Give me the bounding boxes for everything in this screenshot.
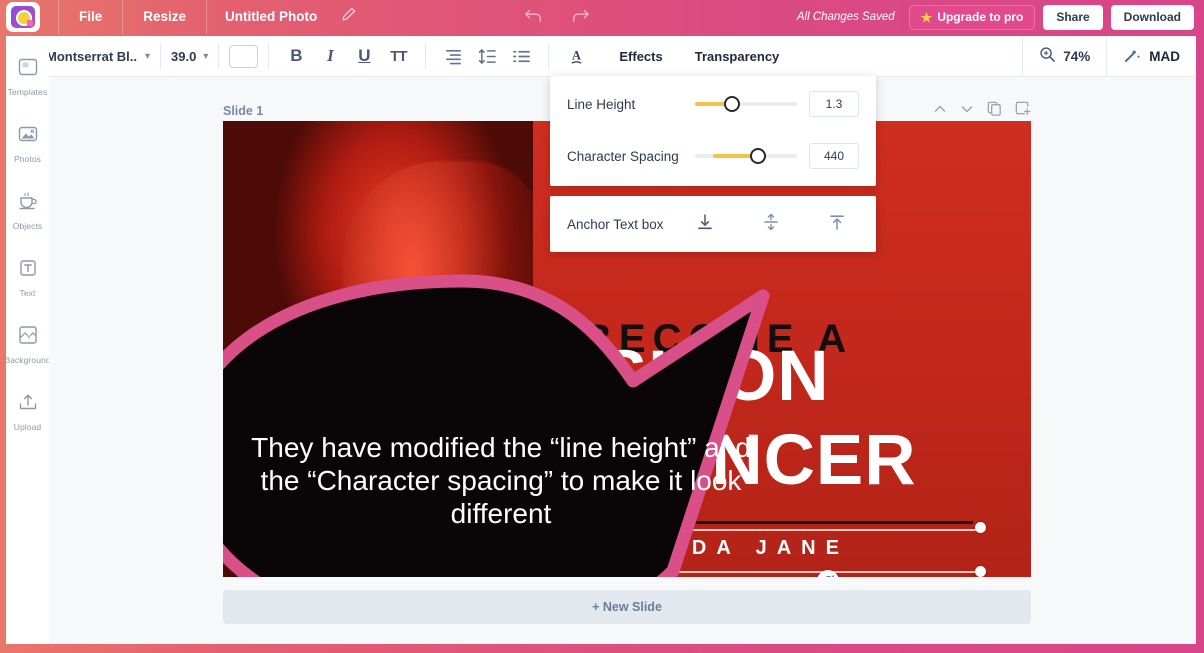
sidebar-label-upload: Upload	[13, 422, 42, 432]
font-color-group: A	[549, 36, 603, 77]
anchor-textbox-panel: Anchor Text box	[550, 196, 876, 252]
sidebar-item-text[interactable]: Text	[6, 257, 49, 298]
new-slide-button[interactable]: + New Slide	[223, 590, 1031, 624]
anchor-middle-icon[interactable]	[761, 212, 781, 237]
color-swatch[interactable]	[229, 44, 259, 68]
text-spacing-popup: Line Height 1.3 Character Spacing 440 An…	[550, 76, 876, 252]
add-slide-icon[interactable]	[1014, 100, 1031, 122]
templates-icon	[17, 56, 39, 83]
upgrade-to-pro-button[interactable]: ★ Upgrade to pro	[908, 4, 1036, 30]
magnifier-icon	[1039, 46, 1056, 66]
anchor-top-icon[interactable]	[827, 212, 847, 237]
menu-item-file[interactable]: File	[58, 0, 124, 34]
chevron-down-icon: ▾	[203, 50, 209, 62]
top-bar: File Resize Untitled Photo All Changes S…	[0, 0, 1204, 34]
sidebar-item-objects[interactable]: Objects	[6, 190, 49, 231]
sidebar-label-photos: Photos	[13, 154, 42, 164]
text-icon	[17, 257, 39, 284]
character-spacing-slider[interactable]	[695, 146, 797, 166]
font-size-select[interactable]: 39.0 ▾	[161, 36, 218, 77]
chevron-down-icon[interactable]	[959, 101, 975, 122]
sidebar-label-text: Text	[19, 288, 36, 298]
duplicate-slide-icon[interactable]	[986, 100, 1003, 122]
bullet-list-icon[interactable]	[504, 39, 538, 73]
effects-button[interactable]: Effects	[603, 49, 678, 64]
slide-controls	[932, 100, 1031, 122]
undo-redo-group	[524, 6, 590, 29]
anchor-textbox-label: Anchor Text box	[567, 216, 664, 232]
document-title[interactable]: Untitled Photo	[207, 0, 335, 34]
photos-icon	[17, 123, 39, 150]
svg-text:A: A	[572, 48, 581, 62]
character-spacing-value[interactable]: 440	[809, 143, 859, 169]
sidebar-item-templates[interactable]: Templates	[6, 56, 49, 97]
mad-label: MAD	[1149, 48, 1180, 64]
slider-knob[interactable]	[750, 148, 767, 164]
undo-icon[interactable]	[524, 6, 544, 29]
share-button[interactable]: Share	[1043, 4, 1103, 30]
upload-icon	[17, 391, 39, 418]
magic-wand-icon	[1123, 46, 1141, 67]
paragraph-group	[426, 36, 548, 77]
line-spacing-icon[interactable]	[470, 39, 504, 73]
download-button[interactable]: Download	[1110, 4, 1194, 30]
annotation-text: They have modified the “line height” and…	[251, 432, 751, 530]
line-height-row: Line Height 1.3	[567, 90, 859, 118]
objects-cup-icon	[17, 190, 39, 217]
line-height-label: Line Height	[567, 96, 636, 112]
app-logo[interactable]	[6, 2, 40, 32]
slide-label: Slide 1	[223, 104, 264, 118]
line-height-value[interactable]: 1.3	[809, 91, 859, 117]
sidebar-label-templates: Templates	[7, 87, 48, 97]
text-align-right-icon[interactable]	[436, 39, 470, 73]
camera-logo-icon	[11, 6, 35, 28]
sidebar-item-upload[interactable]: Upload	[6, 391, 49, 432]
sidebar-label-objects: Objects	[12, 221, 43, 231]
text-color-picker[interactable]	[219, 36, 268, 77]
zoom-control[interactable]: 74%	[1022, 35, 1106, 77]
star-icon: ★	[920, 9, 933, 25]
pencil-icon[interactable]	[341, 7, 356, 27]
font-family-select[interactable]: Montserrat Bl... ▾	[36, 36, 160, 77]
sidebar-item-photos[interactable]: Photos	[6, 123, 49, 164]
background-icon	[17, 324, 39, 351]
character-spacing-label: Character Spacing	[567, 148, 679, 164]
bold-button[interactable]: B	[279, 39, 313, 73]
anchor-bottom-icon[interactable]	[695, 212, 715, 237]
anchor-options	[695, 212, 859, 237]
redo-icon[interactable]	[570, 6, 590, 29]
text-case-button[interactable]: TT	[381, 39, 415, 73]
italic-button[interactable]: I	[313, 39, 347, 73]
mad-button[interactable]: MAD	[1106, 35, 1196, 77]
selection-handle-top-right[interactable]	[975, 522, 986, 533]
slider-knob[interactable]	[723, 96, 740, 112]
font-color-icon[interactable]: A	[559, 39, 593, 73]
line-height-slider[interactable]	[695, 94, 797, 114]
chevron-down-icon: ▾	[145, 50, 151, 62]
text-toolbar: Montserrat Bl... ▾ 39.0 ▾ B I U TT A Eff…	[36, 35, 1196, 77]
left-sidebar: Templates Photos Objects Text Background	[4, 36, 51, 644]
photo-editor-app: File Resize Untitled Photo All Changes S…	[0, 0, 1204, 653]
underline-button[interactable]: U	[347, 39, 381, 73]
selection-handle-bottom-right[interactable]	[975, 566, 986, 577]
zoom-level: 74%	[1063, 48, 1091, 64]
character-spacing-row: Character Spacing 440	[567, 142, 859, 170]
top-menu: File Resize	[40, 0, 208, 34]
spacing-sliders-panel: Line Height 1.3 Character Spacing 440	[550, 76, 876, 186]
menu-item-resize[interactable]: Resize	[123, 0, 208, 34]
save-status: All Changes Saved	[796, 11, 895, 23]
sidebar-label-background: Background	[4, 355, 51, 365]
chevron-up-icon[interactable]	[932, 101, 948, 122]
transparency-button[interactable]: Transparency	[679, 49, 796, 64]
font-family-value: Montserrat Bl...	[46, 48, 138, 64]
annotation-bubble: They have modified the “line height” and…	[223, 251, 783, 577]
sidebar-item-background[interactable]: Background	[4, 324, 51, 365]
font-size-value: 39.0	[171, 48, 197, 64]
text-style-group: B I U TT	[269, 36, 425, 77]
upgrade-label: Upgrade to pro	[937, 10, 1024, 24]
